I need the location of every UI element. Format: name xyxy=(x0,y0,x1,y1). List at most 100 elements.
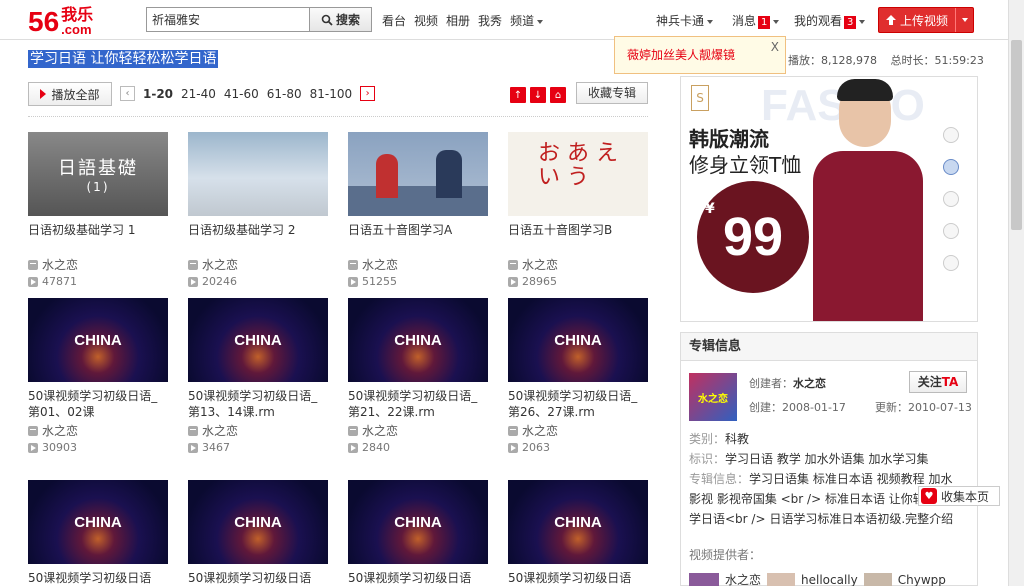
scrollbar[interactable] xyxy=(1008,0,1024,586)
nav-video[interactable]: 视频 xyxy=(414,12,438,29)
my-watch-menu[interactable]: 我的观看 3 xyxy=(794,12,866,29)
home-icon[interactable]: ⌂ xyxy=(550,87,566,103)
ad-banner[interactable]: FASHIO S 韩版潮流 修身立领T恤 99 ¥ xyxy=(680,76,978,322)
follow-button[interactable]: 关注TA xyxy=(909,371,967,393)
video-views: 20246 xyxy=(202,275,237,288)
video-card[interactable]: CHINA 50课视频学习初级日语 xyxy=(508,480,648,586)
video-title[interactable]: 日语初级基础学习 2 xyxy=(188,222,328,254)
video-card[interactable]: CHINA 50课视频学习初级日语_第13、14课.rm 水之恋 3467 xyxy=(188,298,328,454)
video-title[interactable]: 50课视频学习初级日语 xyxy=(188,570,328,586)
upload-button[interactable]: 上传视频 xyxy=(878,7,974,33)
provider-name[interactable]: 水之恋 xyxy=(725,571,761,586)
video-thumbnail[interactable]: CHINA xyxy=(188,298,328,382)
arrow-up-icon[interactable]: ↑ xyxy=(510,87,526,103)
video-uploader[interactable]: 水之恋 xyxy=(522,422,558,439)
video-title[interactable]: 50课视频学习初级日语_第26、27课.rm xyxy=(508,388,648,420)
upload-main[interactable]: 上传视频 xyxy=(879,12,955,29)
video-thumbnail[interactable] xyxy=(348,132,488,216)
upload-dropdown[interactable] xyxy=(955,8,973,32)
carousel-dot[interactable] xyxy=(943,191,959,207)
creator-name[interactable]: 水之恋 xyxy=(793,377,826,390)
video-thumbnail[interactable]: CHINA xyxy=(28,298,168,382)
video-card[interactable]: CHINA 50课视频学习初级日语_第01、02课 水之恋 30903 xyxy=(28,298,168,454)
carousel-dot[interactable] xyxy=(943,127,959,143)
nav-woxiu[interactable]: 我秀 xyxy=(478,12,502,29)
messages-menu[interactable]: 消息 1 xyxy=(732,12,780,29)
user-menu[interactable]: 神兵卡通 xyxy=(656,12,714,29)
arrow-down-icon[interactable]: ↓ xyxy=(530,87,546,103)
avatar[interactable] xyxy=(689,572,719,586)
carousel-dot[interactable] xyxy=(943,255,959,271)
carousel-dot[interactable] xyxy=(943,223,959,239)
video-card[interactable]: 日語基礎 (1) 日语初级基础学习 1 水之恋 47871 xyxy=(28,132,168,288)
video-card[interactable]: 日语五十音图学习A 水之恋 51255 xyxy=(348,132,488,288)
ad-brand-logo: S xyxy=(691,85,709,111)
follow-label: 关注 xyxy=(917,375,942,389)
nav-album[interactable]: 相册 xyxy=(446,12,470,29)
video-title[interactable]: 50课视频学习初级日语_第13、14课.rm xyxy=(188,388,328,420)
video-uploader[interactable]: 水之恋 xyxy=(202,422,238,439)
search-button-label: 搜索 xyxy=(335,13,360,27)
video-thumbnail[interactable] xyxy=(188,132,328,216)
favorite-page-button[interactable]: ♥ 收集本页 xyxy=(918,486,1000,506)
video-thumbnail[interactable]: お あ え い う xyxy=(508,132,648,216)
play-count-icon xyxy=(28,276,38,287)
close-icon[interactable]: X xyxy=(771,29,779,65)
video-title[interactable]: 50课视频学习初级日语 xyxy=(508,570,648,586)
avatar[interactable] xyxy=(767,572,796,586)
video-thumbnail[interactable]: CHINA xyxy=(348,480,488,564)
video-title[interactable]: 50课视频学习初级日语 xyxy=(28,570,168,586)
plays-count: 8,128,978 xyxy=(821,54,877,67)
video-card[interactable]: CHINA 50课视频学习初级日语 xyxy=(28,480,168,586)
video-uploader[interactable]: 水之恋 xyxy=(362,256,398,273)
video-thumbnail[interactable]: CHINA xyxy=(508,298,648,382)
nav-channel[interactable]: 频道 xyxy=(510,12,544,29)
video-card[interactable]: CHINA 50课视频学习初级日语 xyxy=(348,480,488,586)
video-title[interactable]: 50课视频学习初级日语_第01、02课 xyxy=(28,388,168,420)
provider-name[interactable]: Chywpp xyxy=(898,573,946,586)
video-card[interactable]: 日语初级基础学习 2 水之恋 20246 xyxy=(188,132,328,288)
video-title[interactable]: 日语五十音图学习A xyxy=(348,222,488,254)
video-card[interactable]: CHINA 50课视频学习初级日语 xyxy=(188,480,328,586)
page-81-100[interactable]: 81-100 xyxy=(310,87,353,101)
album-cover[interactable]: 水之恋 xyxy=(689,373,737,421)
carousel-dot-active[interactable] xyxy=(943,159,959,175)
site-logo[interactable]: 56 我乐 .com xyxy=(28,4,93,37)
video-thumbnail[interactable]: CHINA xyxy=(28,480,168,564)
video-card[interactable]: CHINA 50课视频学习初级日语_第21、22课.rm 水之恋 2840 xyxy=(348,298,488,454)
scrollbar-thumb[interactable] xyxy=(1011,40,1022,230)
video-title[interactable]: 50课视频学习初级日语 xyxy=(348,570,488,586)
nav-kantai[interactable]: 看台 xyxy=(382,12,406,29)
prev-page-icon[interactable]: ‹ xyxy=(120,86,135,101)
collect-album-button[interactable]: 收藏专辑 xyxy=(576,82,648,104)
video-thumbnail[interactable]: CHINA xyxy=(508,480,648,564)
favorite-label: 收集本页 xyxy=(941,489,990,504)
notice-popup[interactable]: 薇婷加丝美人靓爆镜 X xyxy=(614,36,786,74)
video-uploader[interactable]: 水之恋 xyxy=(202,256,238,273)
tags-value[interactable]: 学习日语 教学 加水外语集 加水学习集 xyxy=(725,452,928,466)
video-card[interactable]: CHINA 50课视频学习初级日语_第26、27课.rm 水之恋 2063 xyxy=(508,298,648,454)
video-thumbnail[interactable]: CHINA xyxy=(188,480,328,564)
page-21-40[interactable]: 21-40 xyxy=(181,87,216,101)
provider-name[interactable]: hellocally xyxy=(801,573,858,586)
search-input[interactable] xyxy=(147,8,309,31)
video-thumbnail[interactable]: CHINA xyxy=(348,298,488,382)
page-1-20[interactable]: 1-20 xyxy=(143,87,173,101)
play-all-button[interactable]: 播放全部 xyxy=(28,82,112,106)
video-uploader[interactable]: 水之恋 xyxy=(42,422,78,439)
category-value[interactable]: 科教 xyxy=(725,432,749,446)
video-card[interactable]: お あ え い う 日语五十音图学习B 水之恋 28965 xyxy=(508,132,648,288)
video-title[interactable]: 50课视频学习初级日语_第21、22课.rm xyxy=(348,388,488,420)
page-41-60[interactable]: 41-60 xyxy=(224,87,259,101)
video-title[interactable]: 日语五十音图学习B xyxy=(508,222,648,254)
video-title[interactable]: 日语初级基础学习 1 xyxy=(28,222,168,254)
avatar[interactable] xyxy=(863,572,892,586)
notice-text[interactable]: 薇婷加丝美人靓爆镜 xyxy=(627,48,735,62)
video-uploader[interactable]: 水之恋 xyxy=(362,422,398,439)
video-uploader[interactable]: 水之恋 xyxy=(522,256,558,273)
video-uploader[interactable]: 水之恋 xyxy=(42,256,78,273)
next-page-icon[interactable]: › xyxy=(360,86,376,101)
search-button[interactable]: 搜索 xyxy=(309,8,371,31)
video-thumbnail[interactable]: 日語基礎 (1) xyxy=(28,132,168,216)
page-61-80[interactable]: 61-80 xyxy=(267,87,302,101)
